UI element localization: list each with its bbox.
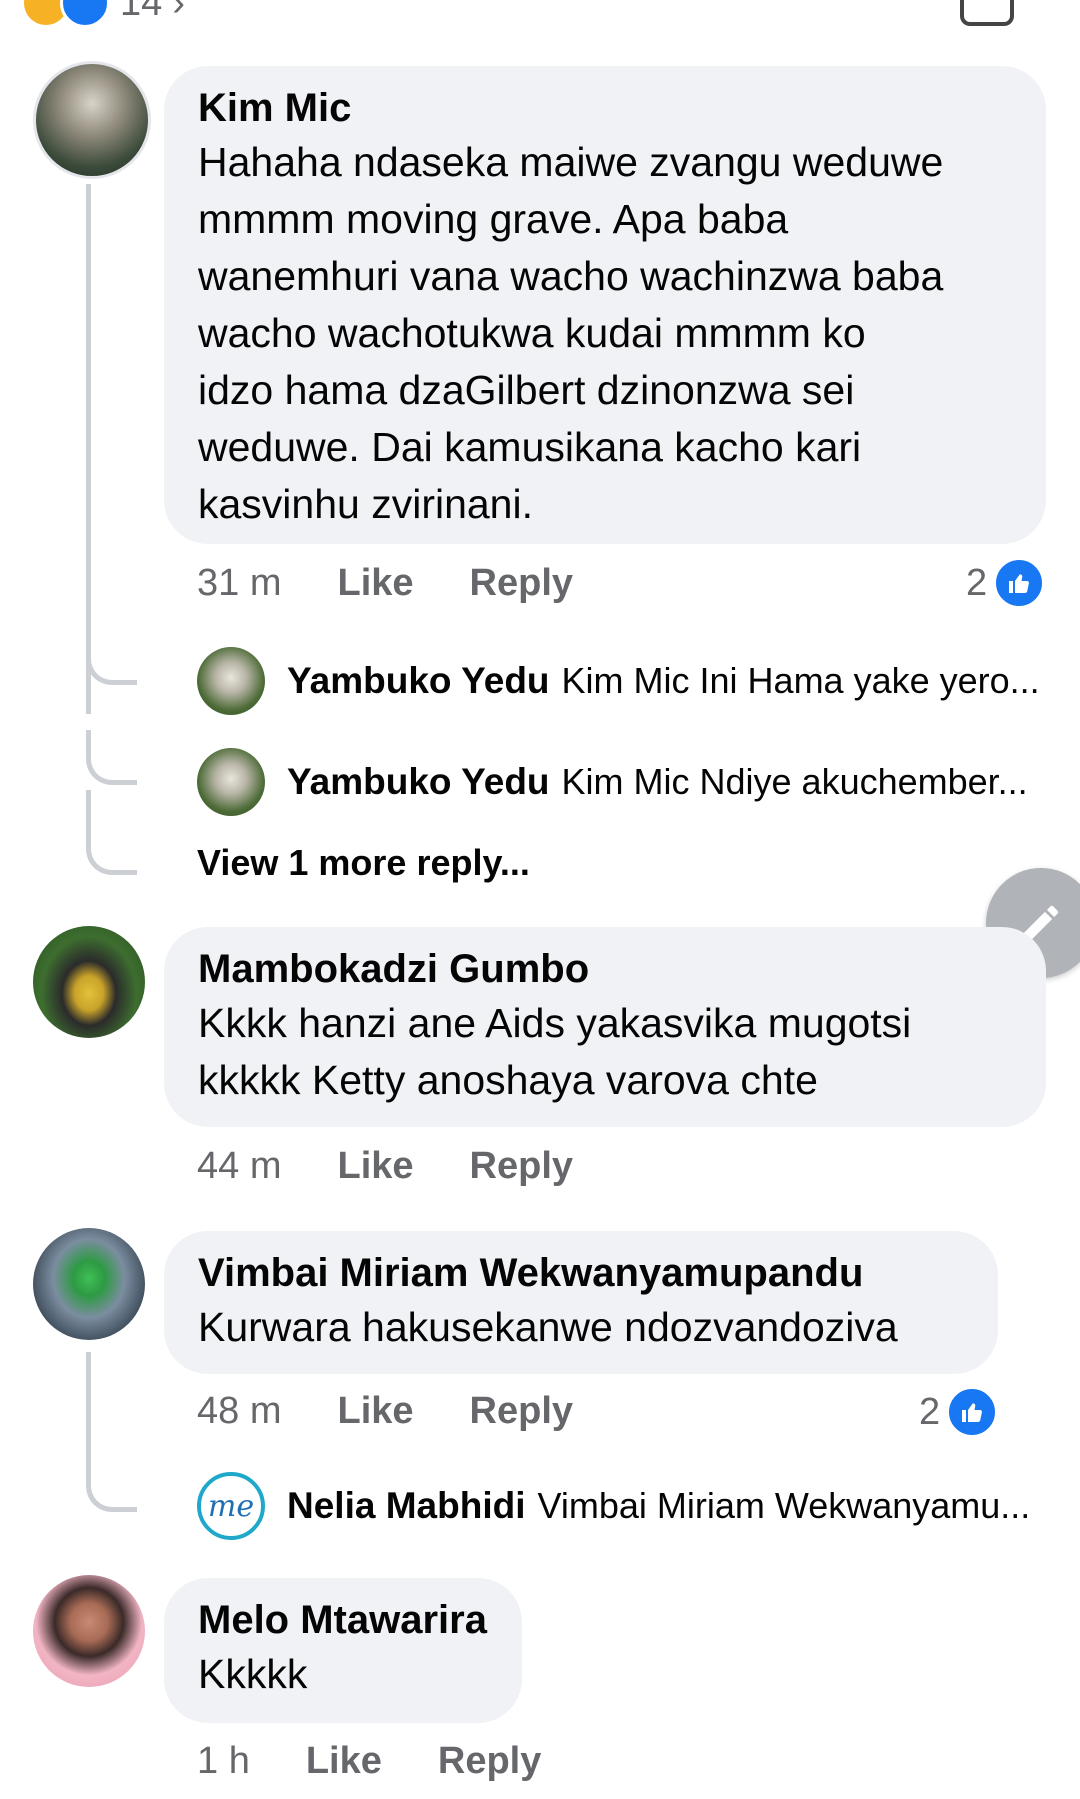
reply-author[interactable]: Yambuko Yedu [287,660,550,702]
comment-line: weduwe. Dai kamusikana kacho kari [198,424,862,470]
reply-author[interactable]: Yambuko Yedu [287,761,550,803]
avatar-logo: me [207,1488,255,1524]
reply-text: Kim Mic Ndiye akuchember... [561,761,1028,802]
comment-line: wacho wachotukwa kudai mmmm ko [198,310,866,356]
comment-time[interactable]: 31 m [197,562,281,605]
like-button[interactable]: Like [337,562,413,605]
comment-text: Kurwara hakusekanwe ndozvandoziva [198,1299,964,1356]
comment-time[interactable]: 1 h [197,1740,250,1783]
comment-time[interactable]: 48 m [197,1390,281,1433]
comment-line: mmmm moving grave. Apa baba [198,196,789,242]
comment-actions: 44 m Like Reply [197,1145,573,1188]
comment-time[interactable]: 44 m [197,1145,281,1188]
comment-bubble[interactable]: Vimbai Miriam Wekwanyamupandu Kurwara ha… [164,1231,998,1374]
comment-actions: 31 m Like Reply [197,562,573,605]
comment-line: Kkkk hanzi ane Aids yakasvika mugotsi [198,1000,912,1046]
comment-author[interactable]: Mambokadzi Gumbo [198,943,1012,995]
comment-line: kasvinhu zvirinani. [198,481,533,527]
comment-actions: 48 m Like Reply [197,1390,573,1433]
avatar[interactable]: me [197,1472,265,1540]
reply-button[interactable]: Reply [470,562,573,605]
like-button[interactable]: Like [337,1145,413,1188]
comment-line: idzo hama dzaGilbert dzinonzwa sei [198,367,855,413]
reply-item[interactable]: Yambuko Yedu Kim Mic Ini Hama yake yero.… [197,647,1040,715]
thread-connector [86,730,137,785]
like-button[interactable]: Like [337,1390,413,1433]
thread-connector [86,1430,137,1512]
avatar[interactable] [197,748,265,816]
avatar[interactable] [33,926,145,1038]
comment-bubble[interactable]: Melo Mtawarira Kkkkk [164,1578,522,1723]
comment-author[interactable]: Kim Mic [198,82,1012,134]
like-icon [946,1386,999,1438]
thread-connector [86,630,137,685]
comment-line: wanemhuri vana wacho wachinzwa baba [198,253,944,299]
reaction-count: 2 [919,1390,941,1433]
reply-text: Vimbai Miriam Wekwanyamu... [537,1485,1031,1526]
comment-bubble[interactable]: Kim Mic Hahaha ndaseka maiwe zvangu wedu… [164,66,1046,544]
reply-item[interactable]: me Nelia Mabhidi Vimbai Miriam Wekwanyam… [197,1472,1030,1540]
comment-line: kkkkk Ketty anoshaya varova chte [198,1057,818,1103]
like-button[interactable]: Like [306,1740,382,1783]
share-icon[interactable] [960,0,1014,26]
comment-line: Hahaha ndaseka maiwe zvangu weduwe [198,139,944,185]
avatar[interactable] [33,1228,145,1340]
comment-bubble[interactable]: Mambokadzi Gumbo Kkkk hanzi ane Aids yak… [164,927,1046,1127]
reply-text: Kim Mic Ini Hama yake yero... [561,660,1040,701]
reply-author[interactable]: Nelia Mabhidi [287,1485,525,1527]
like-icon [993,557,1046,609]
comment-reactions[interactable]: 2 [919,1386,999,1438]
comment-text: Hahaha ndaseka maiwe zvangu weduwe mmmm … [198,134,1012,533]
comment-actions: 1 h Like Reply [197,1740,541,1783]
reply-item[interactable]: Yambuko Yedu Kim Mic Ndiye akuchember... [197,748,1028,816]
view-more-replies-link[interactable]: View 1 more reply... [197,842,530,884]
reaction-count: 2 [966,561,988,604]
chevron-right-icon: › [172,0,185,24]
reply-button[interactable]: Reply [438,1740,541,1783]
avatar[interactable] [33,61,151,179]
avatar[interactable] [197,647,265,715]
reply-button[interactable]: Reply [470,1145,573,1188]
comment-line: Kurwara hakusekanwe ndozvandoziva [198,1304,898,1350]
avatar[interactable] [33,1575,145,1687]
like-reaction-icon [60,0,110,28]
comment-author[interactable]: Melo Mtawarira [198,1594,488,1646]
comment-author[interactable]: Vimbai Miriam Wekwanyamupandu [198,1247,964,1299]
comment-text: Kkkk hanzi ane Aids yakasvika mugotsi kk… [198,995,1012,1109]
comment-reactions[interactable]: 2 [966,557,1046,609]
top-reactions-bar[interactable]: 14 › [24,0,185,28]
comment-line: Kkkkk [198,1651,308,1697]
thread-connector [86,790,137,875]
reaction-count: 14 [120,0,163,24]
comment-text: Kkkkk [198,1646,488,1703]
reply-button[interactable]: Reply [470,1390,573,1433]
